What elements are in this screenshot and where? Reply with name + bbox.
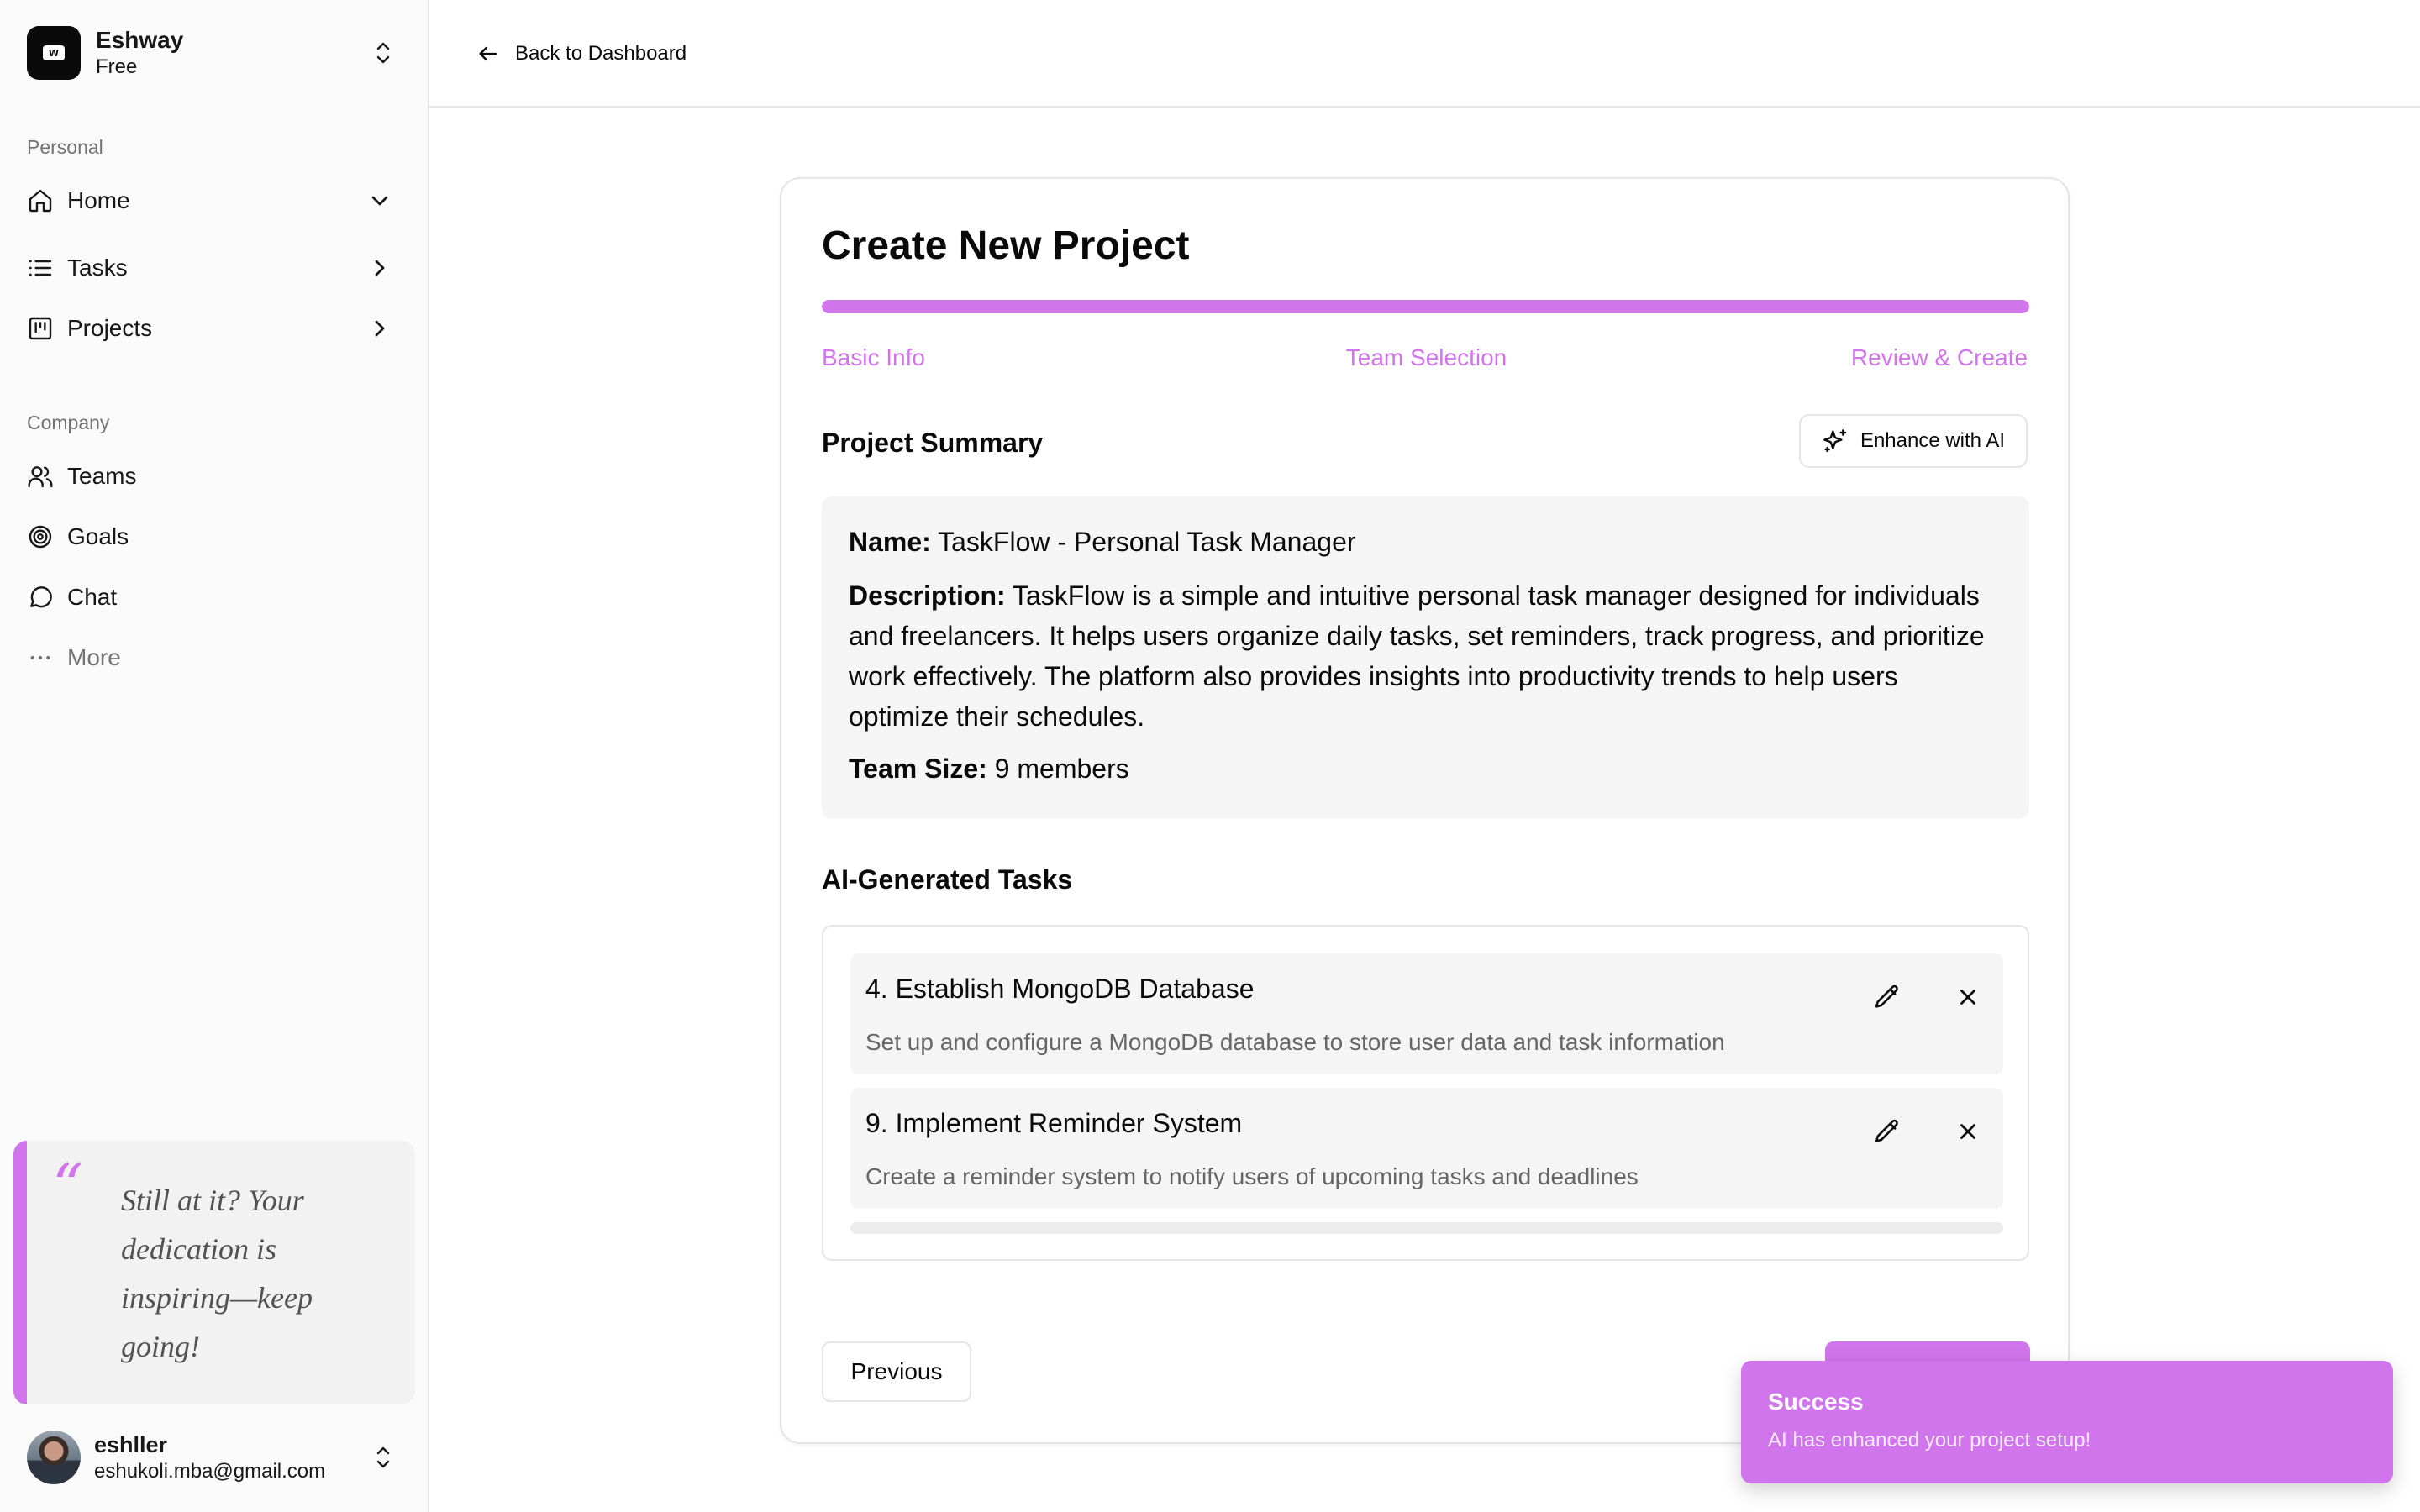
task-title: 4. Establish MongoDB Database (865, 974, 1255, 1004)
chevron-right-icon (366, 255, 393, 281)
summary-description-value: TaskFlow is a simple and intuitive perso… (849, 580, 1985, 732)
summary-team-size-label: Team Size: (849, 753, 987, 784)
task-title: 9. Implement Reminder System (865, 1108, 1243, 1138)
target-icon (27, 523, 54, 550)
wizard-progress-bar (822, 300, 2029, 313)
user-account-switcher[interactable]: eshller eshukoli.mba@gmail.com (13, 1420, 415, 1495)
close-icon (1960, 990, 1975, 1005)
user-email: eshukoli.mba@gmail.com (94, 1460, 326, 1483)
sidebar: W Eshway Free Personal Home Tasks Projec… (0, 0, 429, 1512)
user-name: eshller (94, 1432, 168, 1457)
edit-task-button[interactable] (1867, 1111, 1907, 1152)
success-toast[interactable]: Success AI has enhanced your project set… (1741, 1361, 2393, 1483)
summary-name-label: Name: (849, 527, 931, 557)
summary-name-value: TaskFlow - Personal Task Manager (938, 527, 1356, 557)
task-item-partial (850, 1222, 2003, 1234)
task-description: Set up and configure a MongoDB database … (865, 1029, 1725, 1055)
task-description: Create a reminder system to notify users… (865, 1163, 1639, 1189)
sparkles-icon (1823, 429, 1847, 453)
sidebar-item-label: Chat (67, 584, 118, 610)
users-icon (27, 463, 54, 490)
sidebar-item-label: Projects (67, 315, 153, 341)
sidebar-item-teams[interactable]: Teams (13, 449, 415, 503)
sidebar-item-home[interactable]: Home (13, 174, 415, 228)
pencil-icon (1875, 1119, 1898, 1142)
sidebar-item-label: Teams (67, 463, 137, 489)
pencil-icon (1875, 984, 1898, 1008)
sidebar-item-projects[interactable]: Projects (13, 302, 415, 355)
previous-button[interactable]: Previous (822, 1341, 971, 1402)
summary-description-row: Description: TaskFlow is a simple and in… (849, 575, 2002, 737)
sidebar-item-tasks[interactable]: Tasks (13, 241, 415, 295)
chevrons-up-down-icon (373, 1444, 393, 1471)
wizard-progress-fill (822, 300, 2029, 313)
arrow-left-icon (479, 46, 497, 61)
sidebar-item-label: More (67, 644, 121, 670)
sidebar-item-more[interactable]: More (13, 631, 415, 685)
list-icon (27, 255, 54, 281)
avatar (27, 1431, 81, 1484)
toast-title: Success (1768, 1389, 1864, 1415)
message-circle-icon (27, 584, 54, 611)
back-to-dashboard-link[interactable]: Back to Dashboard (476, 37, 687, 71)
workspace-logo: W (27, 26, 81, 80)
task-item: 4. Establish MongoDB Database Set up and… (850, 953, 2003, 1074)
workspace-name: Eshway (96, 27, 184, 53)
create-project-card: Create New Project Basic Info Team Selec… (780, 177, 2070, 1444)
sidebar-item-chat[interactable]: Chat (13, 570, 415, 624)
chevron-down-icon (366, 187, 393, 214)
workspace-logo-mark: W (43, 45, 65, 60)
motivation-quote-card: “ Still at it? Your dedication is inspir… (13, 1141, 415, 1404)
workspace-plan: Free (96, 55, 138, 78)
page-title: Create New Project (822, 223, 1190, 268)
delete-task-button[interactable] (1948, 977, 1988, 1017)
workspace-switcher[interactable]: W Eshway Free (13, 13, 415, 92)
close-icon (1960, 1124, 1975, 1139)
project-summary-heading: Project Summary (822, 428, 1044, 458)
sidebar-item-label: Home (67, 187, 130, 213)
project-summary-box: Name: TaskFlow - Personal Task Manager D… (822, 496, 2029, 819)
enhance-with-ai-button[interactable]: Enhance with AI (1799, 414, 2028, 468)
section-label-company: Company (27, 412, 110, 433)
home-icon (27, 187, 54, 214)
summary-description-label: Description: (849, 580, 1006, 611)
ellipsis-icon (27, 644, 54, 671)
sidebar-item-goals[interactable]: Goals (13, 510, 415, 564)
delete-task-button[interactable] (1948, 1111, 1988, 1152)
toast-message: AI has enhanced your project setup! (1768, 1429, 2091, 1452)
summary-team-size-value: 9 members (994, 753, 1129, 784)
top-bar: Back to Dashboard (429, 0, 2420, 108)
sidebar-item-label: Goals (67, 523, 129, 549)
section-label-personal: Personal (27, 136, 103, 158)
quote-text: Still at it? Your dedication is inspirin… (121, 1184, 313, 1363)
sidebar-item-label: Tasks (67, 255, 128, 281)
ai-task-list[interactable]: 4. Establish MongoDB Database Set up and… (822, 925, 2029, 1261)
kanban-icon (27, 315, 54, 342)
step-team-selection-label: Team Selection (1345, 344, 1507, 370)
quote-accent-bar (13, 1141, 27, 1404)
task-item: 9. Implement Reminder System Create a re… (850, 1088, 2003, 1209)
summary-name-row: Name: TaskFlow - Personal Task Manager (849, 522, 2002, 562)
back-link-label: Back to Dashboard (515, 42, 687, 65)
ai-generated-tasks-heading: AI-Generated Tasks (822, 864, 1073, 895)
chevron-right-icon (366, 315, 393, 342)
chevrons-up-down-icon (373, 39, 393, 66)
edit-task-button[interactable] (1867, 977, 1907, 1017)
quote-mark-icon: “ (52, 1151, 83, 1221)
step-review-create[interactable]: Review & Create (1851, 344, 2028, 372)
summary-team-size-row: Team Size: 9 members (849, 748, 2002, 789)
enhance-button-label: Enhance with AI (1860, 429, 2006, 452)
